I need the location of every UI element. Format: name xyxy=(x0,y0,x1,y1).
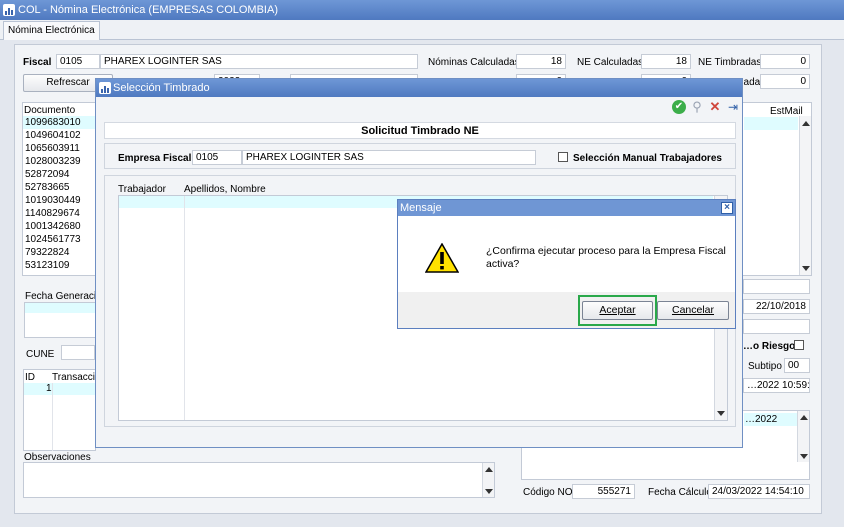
documento-header: Documento xyxy=(24,105,76,116)
ne-calculadas-value: 18 xyxy=(641,54,691,69)
riesgo-label: …o Riesgo xyxy=(743,341,796,352)
subtipo-label: Subtipo xyxy=(748,361,782,372)
exit-icon[interactable]: ⇥ xyxy=(726,100,740,114)
estmail-header: EstMail xyxy=(770,106,803,117)
scroll-up-icon[interactable] xyxy=(802,121,810,126)
fiscal-label: Fiscal xyxy=(23,57,52,68)
right-field-1[interactable] xyxy=(743,279,810,294)
dialog-title: Mensaje xyxy=(400,202,442,214)
scroll-up-icon[interactable] xyxy=(485,467,493,472)
col-apellidos-header: Apellidos, Nombre xyxy=(184,184,266,195)
list-item[interactable]: 1049604102 xyxy=(23,129,95,142)
subtipo-field[interactable]: 00 xyxy=(784,358,810,373)
app-chart-icon xyxy=(99,82,111,94)
grid-line xyxy=(52,383,53,451)
search-icon[interactable]: ⚲ xyxy=(690,100,704,114)
right-list-selected-row[interactable]: …2022 xyxy=(744,413,797,426)
empresa-fiscal-label: Empresa Fiscal xyxy=(118,153,192,164)
window-title: COL - Nómina Electrónica (EMPRESAS COLOM… xyxy=(18,4,278,16)
dialog-close-icon[interactable]: × xyxy=(721,202,733,214)
scroll-down-icon[interactable] xyxy=(802,266,810,271)
close-icon[interactable]: ✕ xyxy=(708,100,722,114)
dialog-message: ¿Confirma ejecutar proceso para la Empre… xyxy=(486,245,726,270)
scroll-up-icon[interactable] xyxy=(800,415,808,420)
nominas-calculadas-label: Nóminas Calculadas xyxy=(428,57,520,68)
nominas-calculadas-value: 18 xyxy=(516,54,566,69)
list-item[interactable]: 1099683010 xyxy=(23,116,95,129)
fiscal-name-field[interactable]: PHAREX LOGINTER SAS xyxy=(100,54,418,69)
cancel-button[interactable]: Cancelar xyxy=(657,301,729,320)
cune-label: CUNE xyxy=(26,349,55,360)
id-header: ID xyxy=(25,372,35,383)
app-chart-icon xyxy=(3,4,15,16)
stat-row2-c: 0 xyxy=(760,74,810,89)
documento-scrollbar[interactable] xyxy=(799,116,811,275)
dialog-title-bar: Mensaje × xyxy=(398,200,735,216)
modal-heading: Solicitud Timbrado NE xyxy=(104,122,736,139)
window-title-bar: COL - Nómina Electrónica (EMPRESAS COLOM… xyxy=(0,0,844,20)
riesgo-checkbox[interactable] xyxy=(794,340,804,350)
scroll-down-icon[interactable] xyxy=(485,489,493,494)
right-field-2[interactable] xyxy=(743,319,810,334)
list-item[interactable]: 52872094 xyxy=(23,168,95,181)
fecha-calculo-label: Fecha Cálculo xyxy=(648,487,712,498)
fiscal-code-field[interactable]: 0105 xyxy=(56,54,100,69)
empresa-name-field[interactable]: PHAREX LOGINTER SAS xyxy=(242,150,536,165)
list-item[interactable]: 1019030449 xyxy=(23,194,95,207)
confirm-icon[interactable]: ✔ xyxy=(672,100,686,114)
documento-rows: 1099683010 1049604102 1065603911 1028003… xyxy=(23,116,95,272)
right-list-scrollbar[interactable] xyxy=(797,411,809,462)
ne-calculadas-label: NE Calculadas xyxy=(577,57,644,68)
manual-checkbox-label: Selección Manual Trabajadores xyxy=(573,153,722,164)
codigo-no-field: 555271 xyxy=(572,484,635,499)
list-item[interactable]: 1028003239 xyxy=(23,155,95,168)
scroll-down-icon[interactable] xyxy=(717,411,725,416)
modal-title-bar: Selección Timbrado xyxy=(96,79,742,97)
observaciones-scrollbar[interactable] xyxy=(482,463,494,497)
cune-field[interactable] xyxy=(61,345,95,360)
col-trabajador-header: Trabajador xyxy=(118,184,166,195)
list-item[interactable]: 52783665 xyxy=(23,181,95,194)
tab-strip xyxy=(0,20,844,40)
transaccion-header: Transacció xyxy=(52,372,101,383)
grid-line xyxy=(184,196,185,420)
list-item[interactable]: 1001342680 xyxy=(23,220,95,233)
accept-button[interactable]: Aceptar xyxy=(582,301,653,320)
tab-nomina-electronica[interactable]: Nómina Electrónica xyxy=(3,21,100,40)
mensaje-dialog: Mensaje × ¿Confirma ejecutar proceso par… xyxy=(397,199,736,329)
selected-row-highlight xyxy=(744,117,798,130)
manual-checkbox[interactable] xyxy=(558,152,568,162)
list-item[interactable]: 1024561773 xyxy=(23,233,95,246)
fecha-calculo-field: 24/03/2022 14:54:10 xyxy=(708,484,810,499)
ne-timbradas-value: 0 xyxy=(760,54,810,69)
warning-icon xyxy=(425,243,459,273)
list-item[interactable]: 53123109 xyxy=(23,259,95,272)
scroll-down-icon[interactable] xyxy=(800,454,808,459)
list-item[interactable]: 1140829674 xyxy=(23,207,95,220)
ne-timbradas-label: NE Timbradas xyxy=(698,57,762,68)
datetime-field[interactable]: …2022 10:59:22 xyxy=(743,378,810,393)
empresa-code-field[interactable]: 0105 xyxy=(192,150,242,165)
observaciones-textarea[interactable] xyxy=(23,462,495,498)
date-field[interactable]: 22/10/2018 xyxy=(743,299,810,314)
list-item[interactable]: 1065603911 xyxy=(23,142,95,155)
modal-title: Selección Timbrado xyxy=(113,82,210,94)
fecha-selected-row xyxy=(25,303,95,313)
list-item[interactable]: 79322824 xyxy=(23,246,95,259)
codigo-no-label: Código NO xyxy=(523,487,573,498)
transaccion-row-id[interactable]: 1 xyxy=(24,383,95,395)
